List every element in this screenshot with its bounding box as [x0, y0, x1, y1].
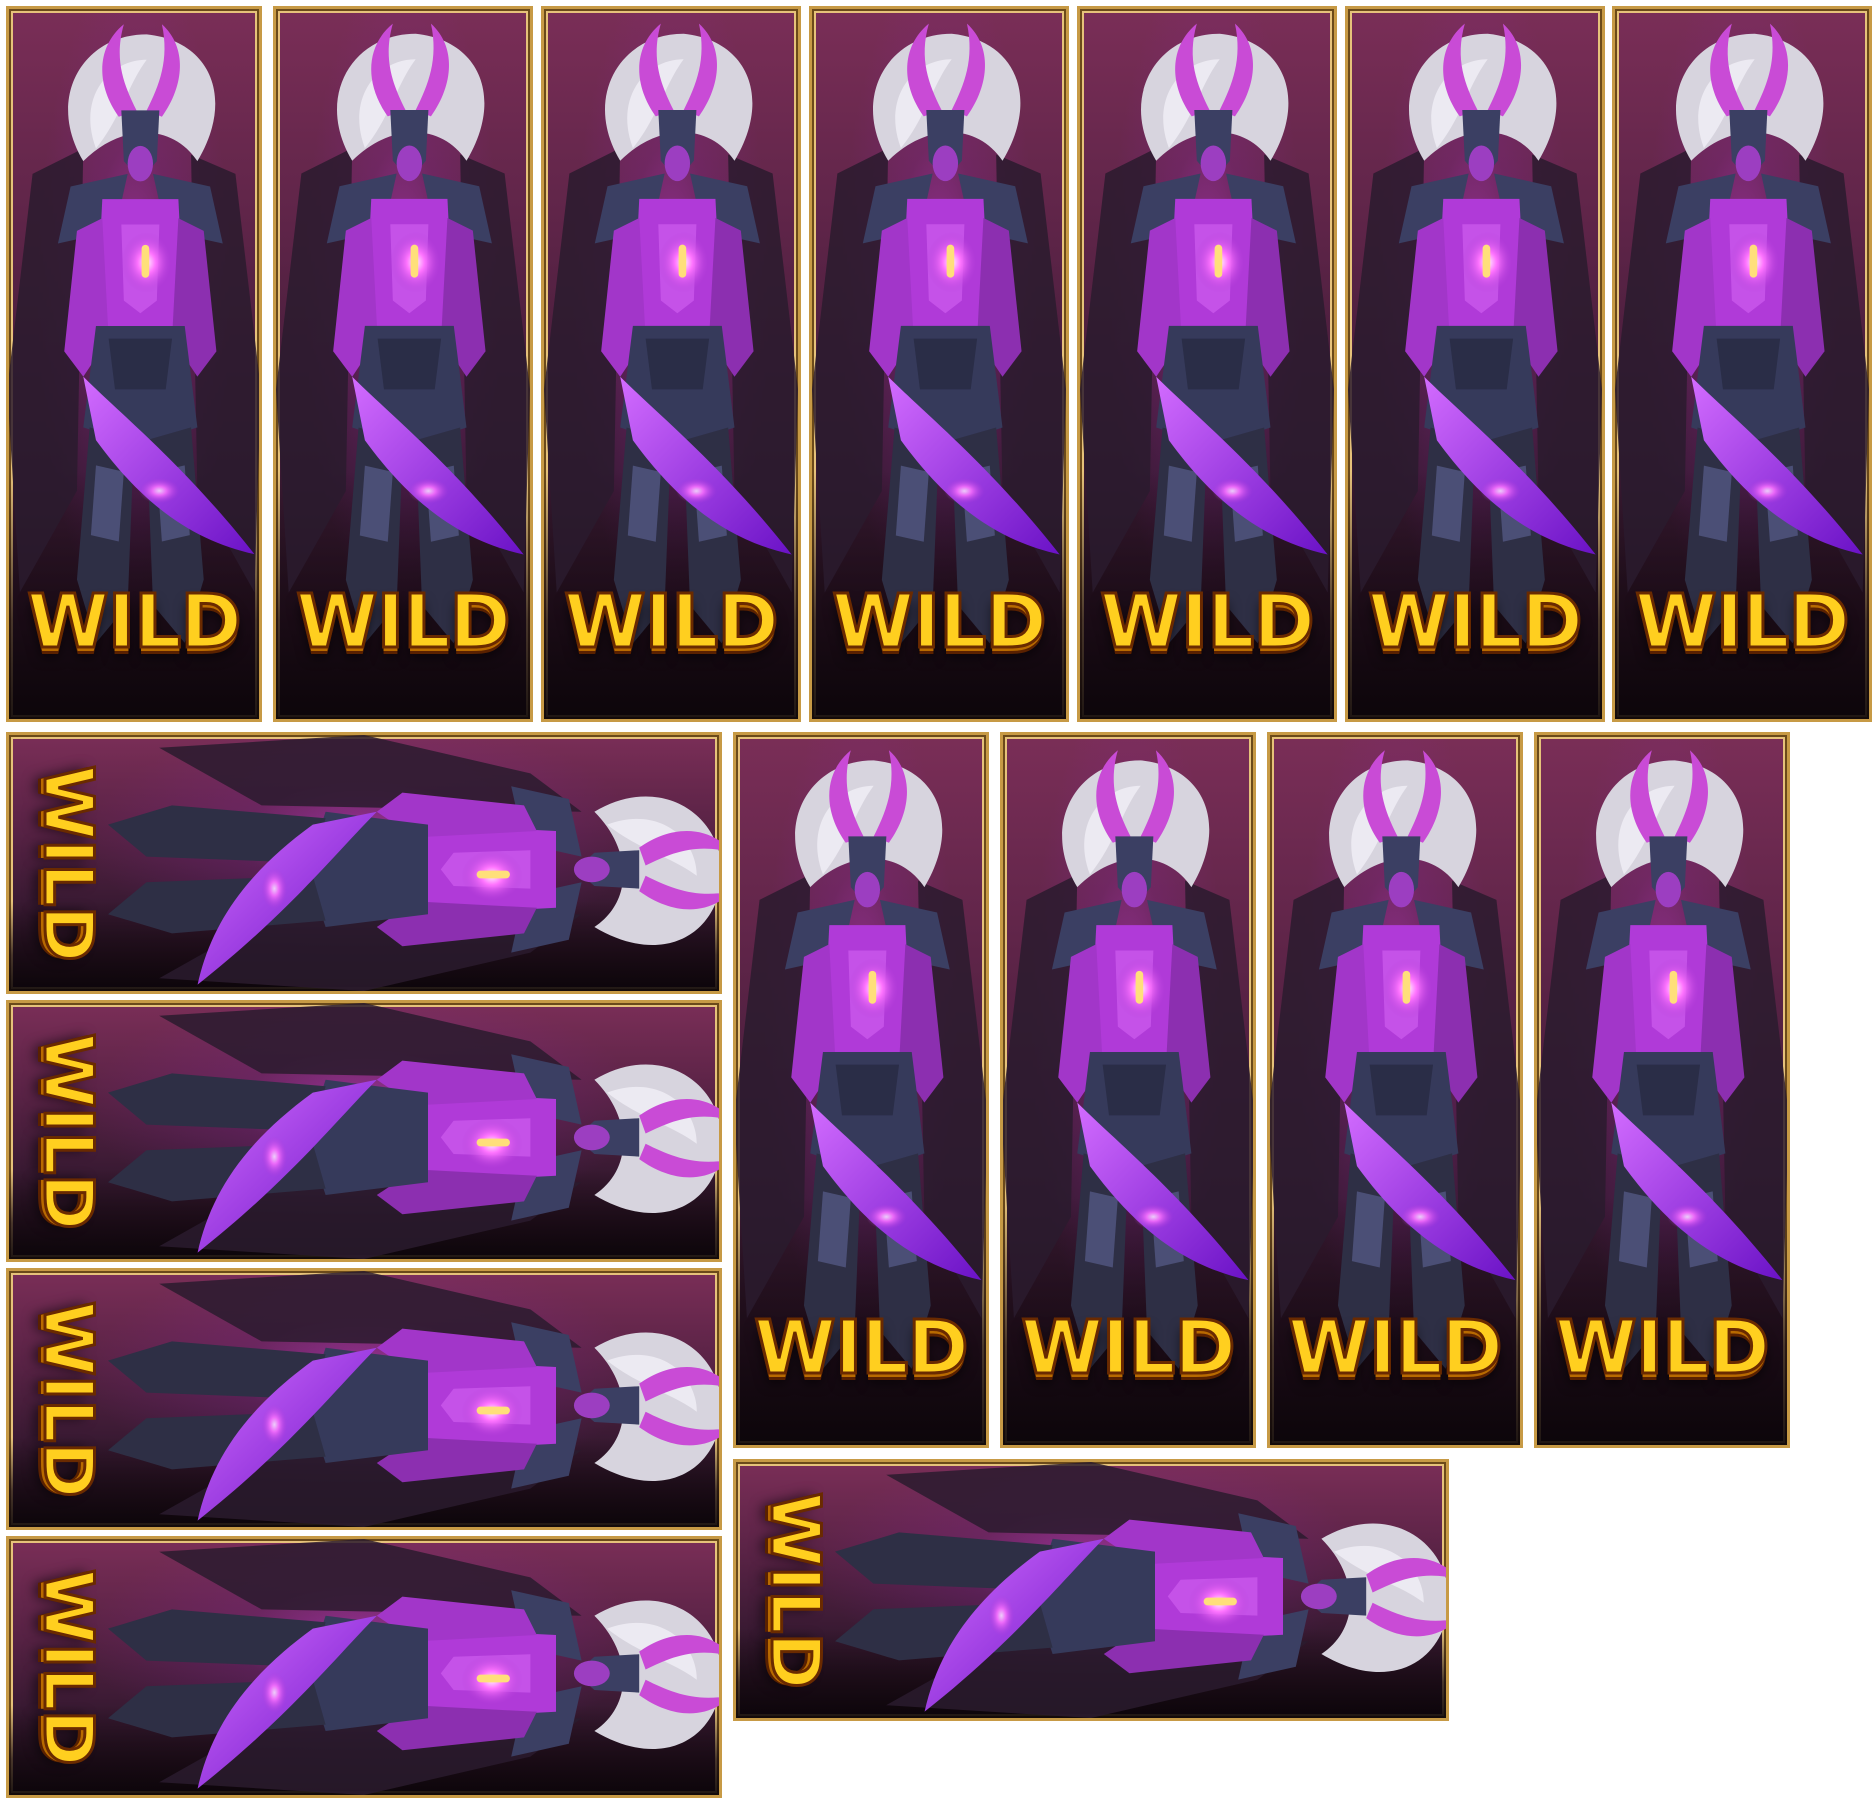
wild-label: WILD [754, 1490, 836, 1689]
wild-label: WILD [563, 579, 781, 665]
wild-label: WILD [753, 1305, 971, 1391]
wild-symbol-tile-5: WILD [1077, 6, 1337, 722]
wild-symbol-tile-15: WILD [1534, 732, 1790, 1448]
wild-label: WILD [295, 579, 513, 665]
wild-symbol-tile-14: WILD [1267, 732, 1523, 1448]
wild-label: WILD [27, 1299, 109, 1498]
wild-symbol-tile-6: WILD [1345, 6, 1605, 722]
wild-symbol-tile-7: WILD [1612, 6, 1872, 722]
wild-label: WILD [1367, 579, 1585, 665]
demon-warrior-icon [9, 1539, 719, 1795]
wild-label: WILD [1554, 1305, 1772, 1391]
wild-symbol-tile-4: WILD [809, 6, 1069, 722]
wild-symbol-tile-10: WILD [6, 1268, 722, 1530]
wild-label: WILD [1634, 579, 1852, 665]
wild-symbol-tile-3: WILD [541, 6, 801, 722]
demon-warrior-icon [9, 1003, 719, 1259]
wild-label: WILD [1099, 579, 1317, 665]
demon-warrior-icon [9, 735, 719, 991]
wild-label: WILD [27, 1031, 109, 1230]
demon-warrior-icon [9, 1271, 719, 1527]
wild-symbol-tile-13: WILD [1000, 732, 1256, 1448]
wild-symbol-tile-8: WILD [6, 732, 722, 994]
wild-symbol-tile-12: WILD [733, 732, 989, 1448]
wild-label: WILD [27, 763, 109, 962]
wild-label: WILD [1020, 1305, 1238, 1391]
wild-label: WILD [1287, 1305, 1505, 1391]
wild-label: WILD [27, 1567, 109, 1766]
demon-warrior-icon [736, 1462, 1446, 1718]
wild-symbol-tile-9: WILD [6, 1000, 722, 1262]
wild-label: WILD [26, 579, 244, 665]
wild-symbol-tile-16: WILD [733, 1459, 1449, 1721]
wild-symbol-tile-11: WILD [6, 1536, 722, 1798]
wild-label: WILD [831, 579, 1049, 665]
wild-symbol-tile-2: WILD [273, 6, 533, 722]
wild-symbol-tile-1: WILD [6, 6, 262, 722]
